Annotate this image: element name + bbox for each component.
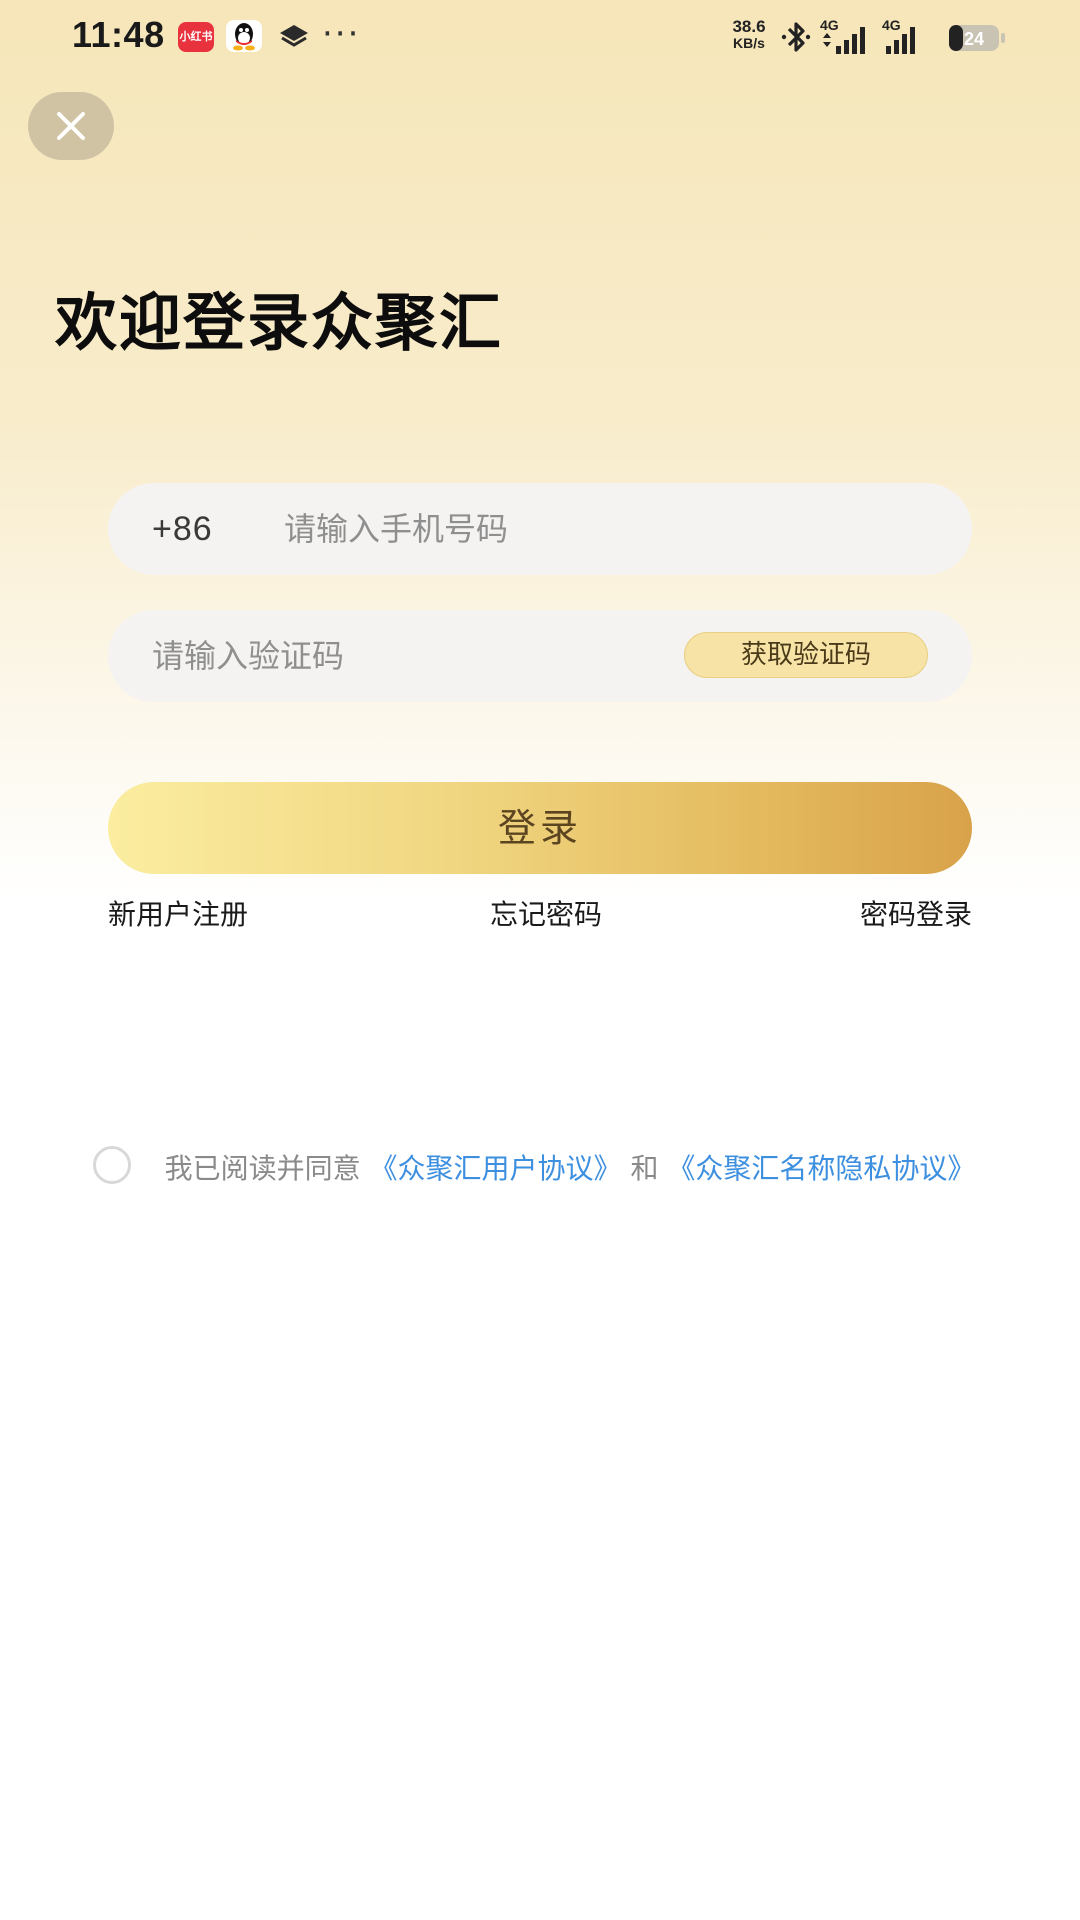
status-time: 11:48: [72, 14, 165, 55]
battery-icon: 24: [948, 23, 1006, 53]
net-speed-unit: KB/s: [733, 35, 765, 51]
user-agreement-link[interactable]: 《众聚汇用户协议》: [370, 1152, 622, 1185]
register-link[interactable]: 新用户注册: [108, 893, 248, 933]
signal-icon: 4G: [880, 17, 938, 58]
more-dots-icon: ···: [322, 14, 361, 54]
net-speed: 38.6 KB/s: [726, 18, 772, 52]
agreement-prefix: 我已阅读并同意: [164, 1152, 361, 1185]
agreement-checkbox[interactable]: [93, 1146, 131, 1184]
login-button[interactable]: 登录: [108, 782, 972, 874]
battery-level: 24: [964, 29, 984, 49]
net-speed-value: 38.6: [732, 17, 766, 36]
signal-2-label: 4G: [882, 18, 901, 33]
signal-1-label: 4G: [820, 18, 839, 33]
forgot-password-link[interactable]: 忘记密码: [490, 893, 602, 933]
page-title: 欢迎登录众聚汇: [55, 286, 504, 359]
close-icon: [57, 112, 85, 140]
xiaohongshu-app-icon: 小红书: [178, 22, 214, 52]
privacy-agreement-link[interactable]: 《众聚汇名称隐私协议》: [667, 1152, 975, 1185]
country-code[interactable]: +86: [152, 483, 213, 575]
phone-input[interactable]: [284, 483, 924, 575]
close-button[interactable]: [28, 92, 114, 160]
agreement-text: 我已阅读并同意 《众聚汇用户协议》 和 《众聚汇名称隐私协议》: [150, 1140, 990, 1198]
code-field: 获取验证码: [108, 610, 972, 702]
bluetooth-icon: [780, 18, 812, 56]
agreement-and: 和: [630, 1152, 659, 1185]
phone-field: +86: [108, 483, 972, 575]
qq-app-icon: [226, 20, 262, 52]
status-bar: 11:48 小红书 ··· 38.6 KB/s 4G 4G 24: [0, 0, 1080, 76]
password-login-link[interactable]: 密码登录: [860, 893, 972, 933]
verification-code-input[interactable]: [152, 610, 672, 702]
layers-icon: [276, 22, 312, 52]
get-code-button[interactable]: 获取验证码: [684, 632, 928, 678]
signal-icon: 4G: [818, 17, 876, 58]
